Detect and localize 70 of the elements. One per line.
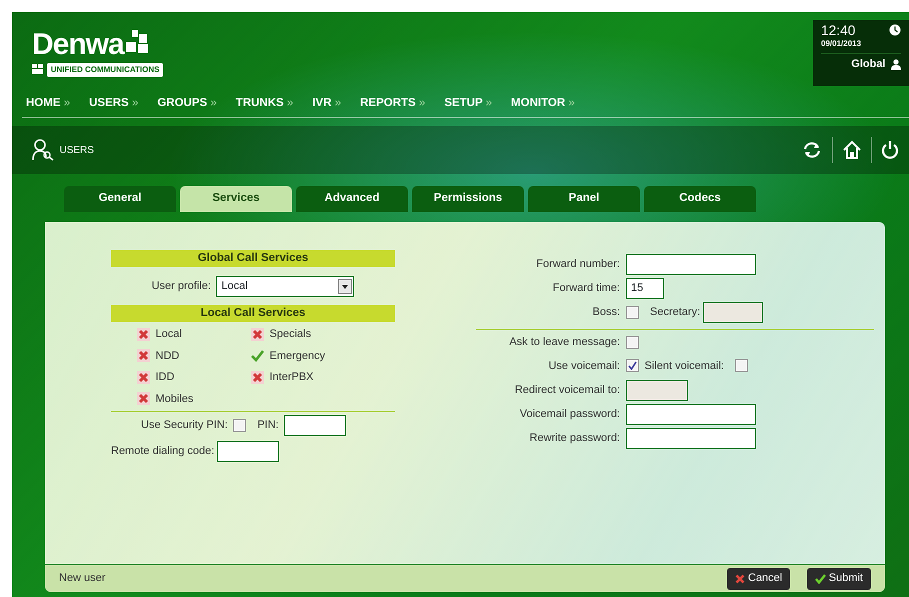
password-field[interactable] [626,404,756,425]
service-label: Emergency [270,348,326,364]
field-label: Forward number: [535,257,621,272]
home-icon[interactable] [842,140,862,160]
cancel-button[interactable]: Cancel [727,568,790,590]
select-value: Local [221,279,249,294]
field-label: Boss: [591,305,621,320]
tab[interactable]: Panel [528,186,640,212]
nav-link[interactable]: GROUPS » [153,94,232,112]
logo-text: Denwa [32,30,124,60]
field-label: Remote dialing code: [111,444,214,460]
service-label: NDD [156,348,180,364]
checkbox[interactable] [626,359,639,372]
forward-time-field[interactable]: 15 [626,278,664,299]
check-icon [814,574,826,584]
tab[interactable]: Advanced [296,186,408,212]
field-label: Forward time: [552,281,621,296]
field-label: Rewrite password: [528,431,621,446]
cross-icon [735,574,745,584]
field-label: Redirect voicemail to: [514,383,621,398]
field-label: Secretary: [650,305,700,320]
logo-icon [126,30,148,54]
field-label: Use voicemail: [547,358,621,374]
profile-select[interactable]: Local [216,276,354,297]
tab[interactable]: Services [180,186,292,212]
nav-link[interactable]: USERS » [85,94,154,112]
clock-icon [889,24,901,36]
field-label: PIN: [257,418,279,434]
clock-date: 09/01/2013 [821,38,862,50]
service-label: Mobiles [156,392,194,406]
section-heading: Local Call Services [111,305,395,322]
power-icon[interactable] [881,140,899,160]
checkbox[interactable] [233,419,246,432]
status-text: New user [59,571,106,586]
field-label: Voicemail password: [518,407,621,422]
field-label: Use Security PIN: [141,418,228,434]
nav-link[interactable]: TRUNKS » [232,94,308,112]
field-label: User profile: [152,279,211,294]
service-label: InterPBX [270,370,314,385]
tab[interactable]: Permissions [412,186,524,212]
nav-link[interactable]: MONITOR » [507,94,590,112]
pin-field[interactable] [284,415,346,436]
service-label: IDD [156,370,174,385]
logo-tagline: UNIFIED COMMUNICATIONS [46,63,164,77]
remote-code-field[interactable] [217,441,280,462]
field-label: Silent voicemail: [644,358,724,374]
nav-link[interactable]: HOME » [22,94,86,112]
users-icon [32,139,54,161]
section-heading: Global Call Services [111,250,395,267]
nav-link[interactable]: SETUP » [440,94,508,112]
scope-label: Global [851,57,886,72]
nav-link[interactable]: IVR » [308,94,356,112]
service-label: Specials [270,327,312,342]
clock-time: 12:40 [821,24,856,38]
field-label: Ask to leave message: [508,335,621,350]
tab[interactable]: General [64,186,176,212]
dropdown-caret-icon [338,279,352,294]
checkbox[interactable] [734,359,748,372]
section-title: USERS [60,144,94,158]
service-label: Local [156,327,182,342]
refresh-icon[interactable] [801,140,823,160]
tagline-icon [32,64,44,74]
user-icon [891,59,901,70]
submit-button[interactable]: Submit [806,568,871,590]
checkbox[interactable] [626,306,639,319]
tab[interactable]: Codecs [644,186,756,212]
nav-link[interactable]: REPORTS » [356,94,440,112]
forward-number-field[interactable] [626,254,756,275]
checkbox[interactable] [626,336,639,349]
password-field[interactable] [626,428,756,449]
